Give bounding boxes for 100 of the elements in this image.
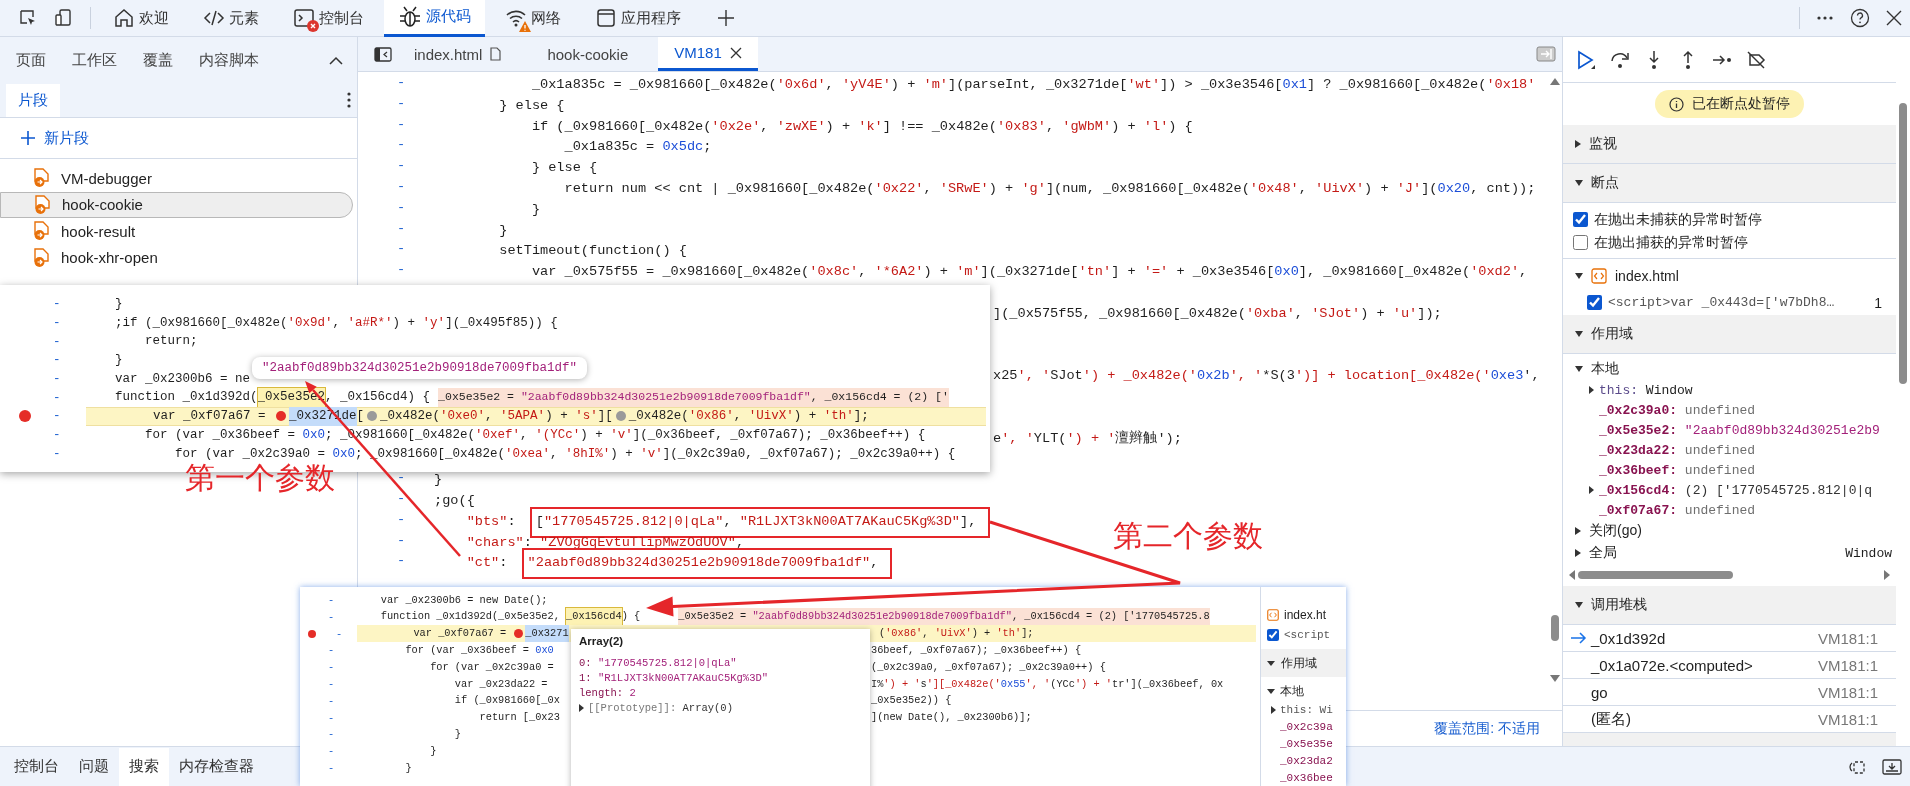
expand-arrow-icon[interactable] bbox=[579, 703, 584, 712]
call-frame[interactable]: go VM181:1 bbox=[1563, 679, 1896, 706]
line-marker: - bbox=[395, 75, 407, 92]
panel-toggle-icon[interactable] bbox=[1536, 46, 1556, 62]
close-icon[interactable] bbox=[729, 46, 742, 59]
drawer-tab[interactable]: 搜索 bbox=[119, 747, 169, 786]
sidebar-tab[interactable]: 片段 bbox=[6, 83, 60, 117]
checkbox[interactable] bbox=[1267, 629, 1279, 641]
expand-arrow-icon[interactable] bbox=[1575, 272, 1583, 279]
file-icon bbox=[490, 47, 502, 61]
property-entry: 0: "1770545725.812|0|qLa" bbox=[579, 656, 737, 669]
checkbox[interactable] bbox=[1573, 235, 1588, 250]
code-line: for (var _0x2c39a0 = 0x0; _0x981660[_0x482e('0xea', '8hI%') + 'v'](_0x2c39a0, _0xf07a67); _0x2c39a0++) { bbox=[174, 445, 956, 463]
expand-arrow-icon[interactable] bbox=[1575, 140, 1581, 148]
stop-marker-icon[interactable] bbox=[514, 629, 524, 639]
more-icon[interactable] bbox=[347, 92, 351, 108]
code-line: _0x1a835c = _0x981660[_0x482e('0x6d', 'yV4E') + 'm'](parseInt, _0x3271de['wt']) > _0x3e3546[0x1] ? _0x981660[_0x482e('0x18' bbox=[530, 76, 1536, 94]
breakpoint-icon[interactable] bbox=[19, 410, 31, 423]
code-text: function _0x1d392d(_0x5e35e2, bbox=[379, 609, 561, 625]
scroll-left-icon[interactable] bbox=[1569, 570, 1575, 580]
line-marker: - bbox=[395, 137, 407, 155]
drawer-tab[interactable]: 问题 bbox=[69, 747, 119, 786]
scroll-right-icon[interactable] bbox=[1884, 570, 1890, 580]
expand-arrow-icon[interactable] bbox=[1575, 180, 1583, 186]
new-snippet-button[interactable]: 新片段 bbox=[20, 128, 89, 148]
panel-tab[interactable]: 应用程序 bbox=[581, 0, 695, 37]
snippet-item[interactable]: hook-xhr-open bbox=[0, 244, 353, 271]
sidebar-tab[interactable]: 工作区 bbox=[64, 43, 125, 77]
checkbox[interactable] bbox=[1587, 295, 1602, 310]
section-header[interactable]: 作用域 bbox=[1563, 315, 1896, 354]
panel-tab[interactable]: 控制台 bbox=[279, 0, 378, 37]
close-icon[interactable] bbox=[1886, 10, 1902, 26]
resume-icon[interactable] bbox=[1575, 48, 1597, 71]
file-name: index.ht bbox=[1284, 608, 1327, 622]
expand-arrow-icon[interactable] bbox=[1267, 660, 1275, 666]
hovered-variable: _0x156cd4 bbox=[566, 608, 622, 626]
line-marker: - bbox=[395, 116, 407, 134]
collapse-icon[interactable] bbox=[329, 55, 343, 65]
scope-variable: _0x5e35e2: "2aabf0d89bb324d30251e2b9 bbox=[1599, 422, 1880, 438]
snippet-item[interactable]: VM-debugger bbox=[0, 165, 353, 192]
dock-bottom-icon[interactable] bbox=[1882, 757, 1902, 776]
expand-arrow-icon[interactable] bbox=[1271, 705, 1276, 714]
expand-arrow-icon[interactable] bbox=[1575, 549, 1581, 557]
file-tab[interactable]: hook-cookie bbox=[531, 37, 645, 71]
code-line: ;go({ bbox=[434, 491, 475, 510]
expand-arrow-icon[interactable] bbox=[1575, 602, 1583, 608]
drawer-tab[interactable]: 控制台 bbox=[4, 747, 69, 786]
code-line: (_0x2c39a0, _0xf07a67); _0x2c39a0++) { bbox=[871, 659, 1106, 675]
drawer-tab[interactable]: 内存检查器 bbox=[169, 747, 264, 786]
expand-arrow-icon[interactable] bbox=[1575, 331, 1583, 337]
sidebar-tab[interactable]: 覆盖 bbox=[135, 43, 181, 77]
checkbox[interactable] bbox=[1573, 212, 1588, 227]
add-tab-icon[interactable] bbox=[717, 9, 735, 27]
sidebar-toggle-icon[interactable] bbox=[374, 46, 392, 62]
call-frame[interactable]: _0x1d392d VM181:1 bbox=[1563, 625, 1896, 652]
scope-variable: _0x2c39a bbox=[1280, 720, 1333, 733]
section-header[interactable]: 断点 bbox=[1563, 164, 1896, 203]
scrollbar-thumb[interactable] bbox=[1551, 615, 1559, 641]
panel-tab[interactable]: 元素 bbox=[189, 0, 273, 37]
help-icon[interactable] bbox=[1850, 8, 1870, 28]
call-frame[interactable]: _0x1a072e.<computed> VM181:1 bbox=[1563, 652, 1896, 679]
stop-marker-icon[interactable] bbox=[615, 411, 626, 422]
breakpoint-icon[interactable] bbox=[308, 629, 316, 638]
code-line: var _0x2300b6 = new Date(); bbox=[379, 592, 548, 608]
code-line: } bbox=[404, 760, 412, 776]
expand-arrow-icon[interactable] bbox=[1575, 527, 1581, 535]
scroll-up-icon[interactable] bbox=[1550, 78, 1560, 85]
scope-name: 关闭(go) bbox=[1589, 522, 1642, 540]
file-tab[interactable]: VM181 bbox=[658, 37, 758, 71]
expand-arrow-icon[interactable] bbox=[1589, 486, 1594, 494]
more-icon[interactable] bbox=[1816, 15, 1834, 21]
stop-marker-icon[interactable] bbox=[367, 411, 378, 422]
snippet-item[interactable]: hook-result bbox=[0, 218, 353, 245]
snippet-item[interactable]: hook-cookie bbox=[0, 191, 353, 218]
line-marker: - bbox=[327, 610, 336, 623]
scope-variable: _0x23da2 bbox=[1280, 754, 1333, 767]
code-line: e', 'YLT(') + '澶辫触'); bbox=[993, 429, 1182, 448]
panel-tab[interactable]: 欢迎 bbox=[99, 0, 183, 37]
section-header[interactable]: 监视 bbox=[1563, 125, 1896, 164]
section-header[interactable]: 调用堆栈 bbox=[1563, 586, 1896, 625]
boxed-code: ["1770545725.812|0|qLa", "R1LJXT3kN00AT7AKauC5Kg%3D"], bbox=[529, 506, 991, 538]
panel-tab[interactable]: 源代码 bbox=[384, 0, 485, 37]
line-marker: - bbox=[395, 241, 407, 259]
expand-arrow-icon[interactable] bbox=[1575, 366, 1583, 372]
sidebar-tab[interactable]: 内容脚本 bbox=[191, 43, 267, 77]
scroll-down-icon[interactable] bbox=[1550, 675, 1560, 682]
scrollbar-thumb[interactable] bbox=[1899, 103, 1907, 384]
property-entry: 1: "R1LJXT3kN00AT7AKauC5Kg%3D" bbox=[579, 671, 769, 684]
expand-arrow-icon[interactable] bbox=[1267, 688, 1275, 694]
code-line: "bts": bbox=[465, 512, 517, 531]
sidebar-tab[interactable]: 页面 bbox=[8, 43, 54, 77]
panel-tab[interactable]: 网络 bbox=[491, 0, 575, 37]
scrollbar-thumb[interactable] bbox=[1578, 571, 1733, 579]
file-tab[interactable]: index.html bbox=[398, 37, 518, 71]
stop-marker-icon[interactable] bbox=[276, 411, 287, 422]
expand-arrow-icon[interactable] bbox=[1589, 386, 1594, 394]
coverage-status[interactable]: 覆盖范围: 不适用 bbox=[1434, 719, 1540, 738]
deactivate-breakpoints-icon[interactable] bbox=[1745, 48, 1767, 71]
device-icon[interactable] bbox=[54, 8, 74, 28]
code-line: ](new Date(), _0x2300b6)]; bbox=[871, 710, 1032, 726]
